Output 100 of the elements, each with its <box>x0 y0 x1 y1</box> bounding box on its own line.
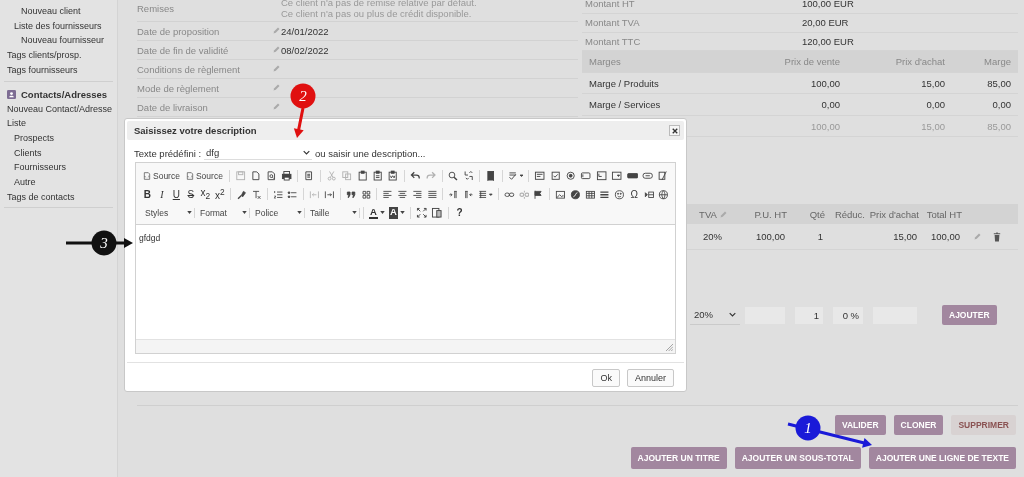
discount-input[interactable]: 0 % <box>833 306 863 324</box>
caret-down-icon <box>187 211 192 215</box>
image-icon[interactable] <box>555 188 566 200</box>
toolbar-dropdown[interactable]: Taille <box>305 207 360 218</box>
sidebar-link[interactable]: Prospects <box>0 130 113 146</box>
format-button[interactable]: S <box>183 188 199 200</box>
paste-word-icon[interactable] <box>387 170 399 182</box>
document-icon <box>143 171 151 180</box>
table-cell-text: 100,00 <box>929 231 961 243</box>
sidebar-link[interactable]: Nouveau client <box>0 4 113 19</box>
field-label: Date de proposition <box>137 25 221 37</box>
dialog-title: Saisissez votre description <box>134 125 257 136</box>
table-cell-text: 1 <box>816 231 824 243</box>
column-header: Prix de vente <box>783 56 840 68</box>
maximize-icon[interactable] <box>415 207 428 219</box>
show-blocks-icon[interactable] <box>431 207 443 219</box>
resize-grip-icon[interactable] <box>666 344 673 351</box>
table-cell-text: 100,00 <box>754 231 786 243</box>
sidebar-link[interactable]: Tags clients/prosp. <box>0 48 113 63</box>
spellcheck-icon[interactable] <box>507 170 524 182</box>
sidebar-link[interactable]: Liste des fournisseurs <box>0 18 113 34</box>
brush-icon[interactable] <box>236 188 247 200</box>
field-label: Mode de règlement <box>137 82 220 94</box>
format-button[interactable]: U <box>169 188 184 200</box>
smiley-icon[interactable] <box>614 188 626 200</box>
indent-icon[interactable] <box>324 188 335 200</box>
column-header: TVA <box>699 208 717 220</box>
format-button[interactable]: x$^{2}$ <box>212 187 228 202</box>
close-icon <box>671 127 678 134</box>
align-center-icon[interactable] <box>397 188 408 200</box>
action-button[interactable]: SUPPRIMER <box>951 415 1016 436</box>
checkbox-icon[interactable] <box>549 170 562 182</box>
bullet-list-icon[interactable] <box>287 188 299 200</box>
toolbar-dropdown[interactable]: Format <box>195 207 250 218</box>
toolbar-dropdown[interactable]: Police <box>250 207 305 218</box>
sidebar-link[interactable]: Liste <box>0 116 113 131</box>
globe-icon[interactable] <box>658 188 670 200</box>
format-button[interactable]: ? <box>451 207 468 219</box>
sidebar-link[interactable]: Fournisseurs <box>0 160 113 176</box>
column-header: Total HT <box>926 208 962 220</box>
format-button[interactable]: B <box>140 188 155 200</box>
text-field-icon[interactable] <box>580 170 592 182</box>
sidebar-link[interactable]: Nouveau fournisseur <box>0 33 113 49</box>
form-icon[interactable] <box>534 170 546 182</box>
sidebar-link[interactable]: Clients <box>0 145 113 161</box>
image-button-icon[interactable] <box>642 170 654 182</box>
field-value: Ce client n'a pas ou plus de crédit disponible. <box>281 8 473 19</box>
dialog-button[interactable]: Annuler <box>626 369 674 387</box>
print-icon[interactable] <box>281 170 293 182</box>
language-icon[interactable] <box>477 188 493 200</box>
templates-icon[interactable] <box>303 170 315 182</box>
preview-icon[interactable] <box>265 170 278 182</box>
column-header: Marge <box>983 56 1011 68</box>
numbered-list-icon[interactable] <box>272 188 284 200</box>
caret-down-icon <box>297 211 302 215</box>
horizontal-rule-icon[interactable] <box>599 188 611 200</box>
column-header: Prix d'achat <box>894 56 945 68</box>
find-icon[interactable] <box>447 170 459 182</box>
sidebar-link[interactable]: Tags de contacts <box>0 189 113 205</box>
table-cell-text: 85,00 <box>986 120 1011 132</box>
field-label: Conditions de règlement <box>137 63 241 75</box>
undo-icon[interactable] <box>409 170 422 182</box>
source-button[interactable]: Source <box>143 170 180 181</box>
blockquote-icon[interactable] <box>345 188 357 200</box>
table-cell-text: 0,00 <box>991 99 1011 111</box>
format-button[interactable]: x$_{2}$ <box>198 187 213 202</box>
dialog-button[interactable]: Ok <box>592 369 620 387</box>
table-cell-text: 15,00 <box>892 231 918 243</box>
table-icon[interactable] <box>584 188 596 200</box>
predefined-text-select[interactable]: dfg <box>204 146 313 160</box>
align-left-icon[interactable] <box>382 188 394 200</box>
format-button[interactable]: I <box>154 188 170 200</box>
paste-icon[interactable] <box>356 170 368 182</box>
select-icon[interactable] <box>611 170 623 182</box>
column-header: Réduc. <box>834 208 865 220</box>
textarea-icon[interactable] <box>595 170 608 182</box>
sidebar-heading[interactable]: Contacts/Adresses <box>21 86 108 102</box>
justify-icon[interactable] <box>426 188 438 200</box>
source-button[interactable]: Source <box>185 170 223 181</box>
sidebar-link[interactable]: Nouveau Contact/Adresse <box>0 101 113 117</box>
vat-select[interactable]: 20% <box>690 305 740 325</box>
paste-text-icon[interactable] <box>371 170 384 182</box>
sidebar-link[interactable]: Tags fournisseurs <box>0 62 113 78</box>
button-icon[interactable] <box>626 170 638 182</box>
caret-down-icon <box>242 211 247 215</box>
color-button[interactable]: A <box>369 206 385 219</box>
align-right-icon[interactable] <box>411 188 423 200</box>
remove-format-icon[interactable] <box>250 188 262 200</box>
new-page-icon[interactable] <box>250 170 262 182</box>
chevron-down-icon <box>303 150 311 155</box>
flag-icon[interactable] <box>533 188 545 200</box>
toolbar-dropdown[interactable]: Styles <box>140 207 195 218</box>
trash-icon[interactable] <box>993 231 1001 242</box>
sidebar-link[interactable]: Autre <box>0 175 113 190</box>
format-button[interactable]: Ω <box>627 188 642 200</box>
close-button[interactable] <box>669 125 680 136</box>
radio-icon[interactable] <box>565 170 577 182</box>
table-cell-text: 0,00 <box>820 99 840 111</box>
column-header: Qté <box>809 208 825 220</box>
quantity-input[interactable]: 1 <box>795 306 823 324</box>
